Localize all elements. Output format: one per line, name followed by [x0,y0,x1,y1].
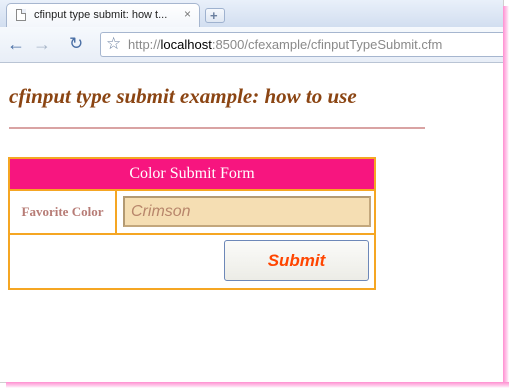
url-text: http://localhost:8500/cfexample/cfinputT… [128,37,442,52]
close-icon[interactable]: × [184,7,191,21]
horizontal-rule [9,127,425,129]
window-shadow-right [503,6,509,386]
page-heading: cfinput type submit example: how to use [9,84,357,108]
new-tab-button[interactable]: + [205,8,225,23]
back-arrow-icon[interactable]: ← [7,35,25,53]
forward-arrow-icon[interactable]: → [33,35,51,53]
form-row: Favorite Color Crimson [10,191,374,235]
favorite-color-label: Favorite Color [10,191,117,233]
tab-strip: cfinput type submit: how t... × + [0,0,503,27]
star-icon[interactable]: ☆ [106,34,121,54]
reload-icon[interactable]: ↻ [69,35,83,53]
browser-window: cfinput type submit: how t... × + ← → ↻ … [0,0,504,383]
address-bar[interactable]: ☆ http://localhost:8500/cfexample/cfinpu… [100,32,503,57]
tab-title: cfinput type submit: how t... [34,9,168,21]
window-shadow-bottom [6,382,509,388]
browser-toolbar: ← → ↻ ☆ http://localhost:8500/cfexample/… [0,27,503,63]
url-path: :8500/cfexample/cfinputTypeSubmit.cfm [211,37,443,52]
browser-tab[interactable]: cfinput type submit: how t... × [6,3,200,27]
plus-icon: + [210,8,218,23]
submit-button[interactable]: Submit [224,240,369,281]
form-title: Color Submit Form [10,159,374,191]
url-scheme: http:// [128,37,161,52]
favorite-color-input[interactable]: Crimson [123,196,371,227]
page-icon [16,9,26,21]
url-host: localhost [160,37,212,52]
color-submit-form: Color Submit Form Favorite Color Crimson… [8,157,376,290]
